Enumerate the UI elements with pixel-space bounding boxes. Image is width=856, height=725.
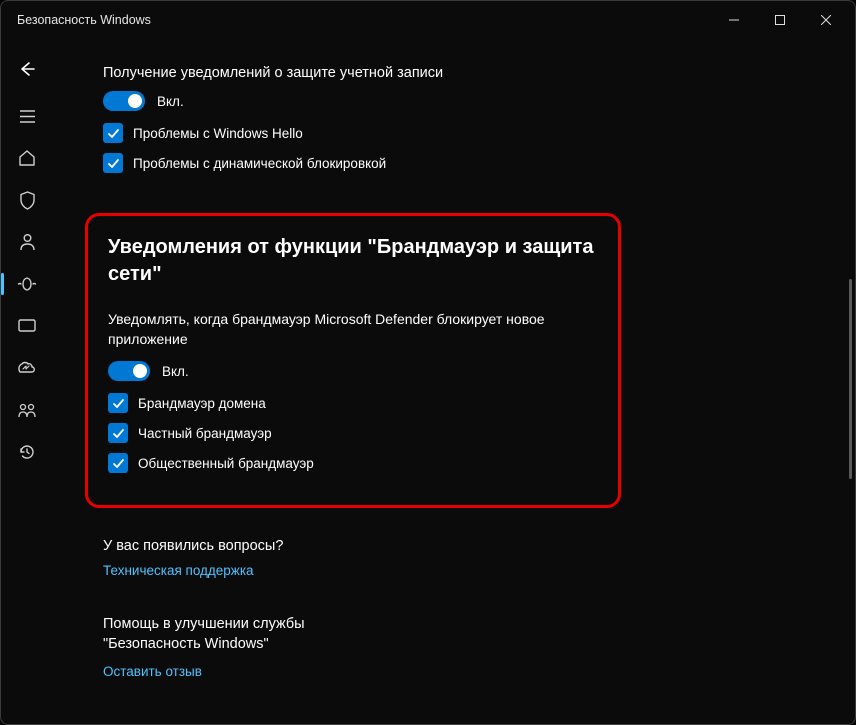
firewall-section-title: Уведомления от функции "Брандмауэр и защ… [108, 234, 598, 288]
nav-account-icon[interactable] [1, 221, 53, 263]
label-private-firewall: Частный брандмауэр [138, 426, 272, 441]
nav-shield-icon[interactable] [1, 179, 53, 221]
footer-question-1: У вас появились вопросы? [103, 538, 825, 554]
footer-question-2: Помощь в улучшении службы "Безопасность … [103, 614, 363, 655]
account-notify-title: Получение уведомлений о защите учетной з… [103, 65, 825, 81]
content-area: Получение уведомлений о защите учетной з… [53, 39, 855, 724]
label-windows-hello: Проблемы с Windows Hello [133, 126, 303, 141]
nav-app-icon[interactable] [1, 305, 53, 347]
checkbox-windows-hello[interactable] [103, 123, 123, 143]
nav-device-icon[interactable] [1, 347, 53, 389]
app-window: Безопасность Windows [0, 0, 856, 725]
firewall-highlight-box: Уведомления от функции "Брандмауэр и защ… [85, 213, 621, 508]
checkbox-private-firewall[interactable] [108, 423, 128, 443]
firewall-section-desc: Уведомлять, когда брандмауэр Microsoft D… [108, 310, 598, 349]
back-button[interactable] [7, 49, 47, 89]
support-link[interactable]: Техническая поддержка [103, 563, 254, 578]
account-toggle-label: Вкл. [157, 94, 184, 109]
nav-home-icon[interactable] [1, 137, 53, 179]
window-controls [711, 4, 849, 36]
feedback-link[interactable]: Оставить отзыв [103, 664, 202, 679]
titlebar: Безопасность Windows [1, 1, 855, 39]
checkbox-dynamic-lock[interactable] [103, 153, 123, 173]
footer-block: У вас появились вопросы? Техническая под… [103, 538, 825, 705]
nav-history-icon[interactable] [1, 431, 53, 473]
window-title: Безопасность Windows [17, 13, 711, 27]
scrollbar-thumb[interactable] [849, 279, 852, 479]
firewall-toggle-label: Вкл. [162, 364, 189, 379]
nav-family-icon[interactable] [1, 389, 53, 431]
label-public-firewall: Общественный брандмауэр [138, 456, 314, 471]
checkbox-domain-firewall[interactable] [108, 393, 128, 413]
checkbox-public-firewall[interactable] [108, 453, 128, 473]
label-domain-firewall: Брандмауэр домена [138, 396, 266, 411]
close-button[interactable] [803, 4, 849, 36]
label-dynamic-lock: Проблемы с динамической блокировкой [133, 156, 386, 171]
maximize-button[interactable] [757, 4, 803, 36]
firewall-notify-toggle[interactable] [108, 361, 150, 381]
nav-menu-icon[interactable] [1, 95, 53, 137]
minimize-button[interactable] [711, 4, 757, 36]
account-notify-toggle[interactable] [103, 91, 145, 111]
sidebar [1, 39, 53, 724]
nav-firewall-icon[interactable] [1, 263, 53, 305]
